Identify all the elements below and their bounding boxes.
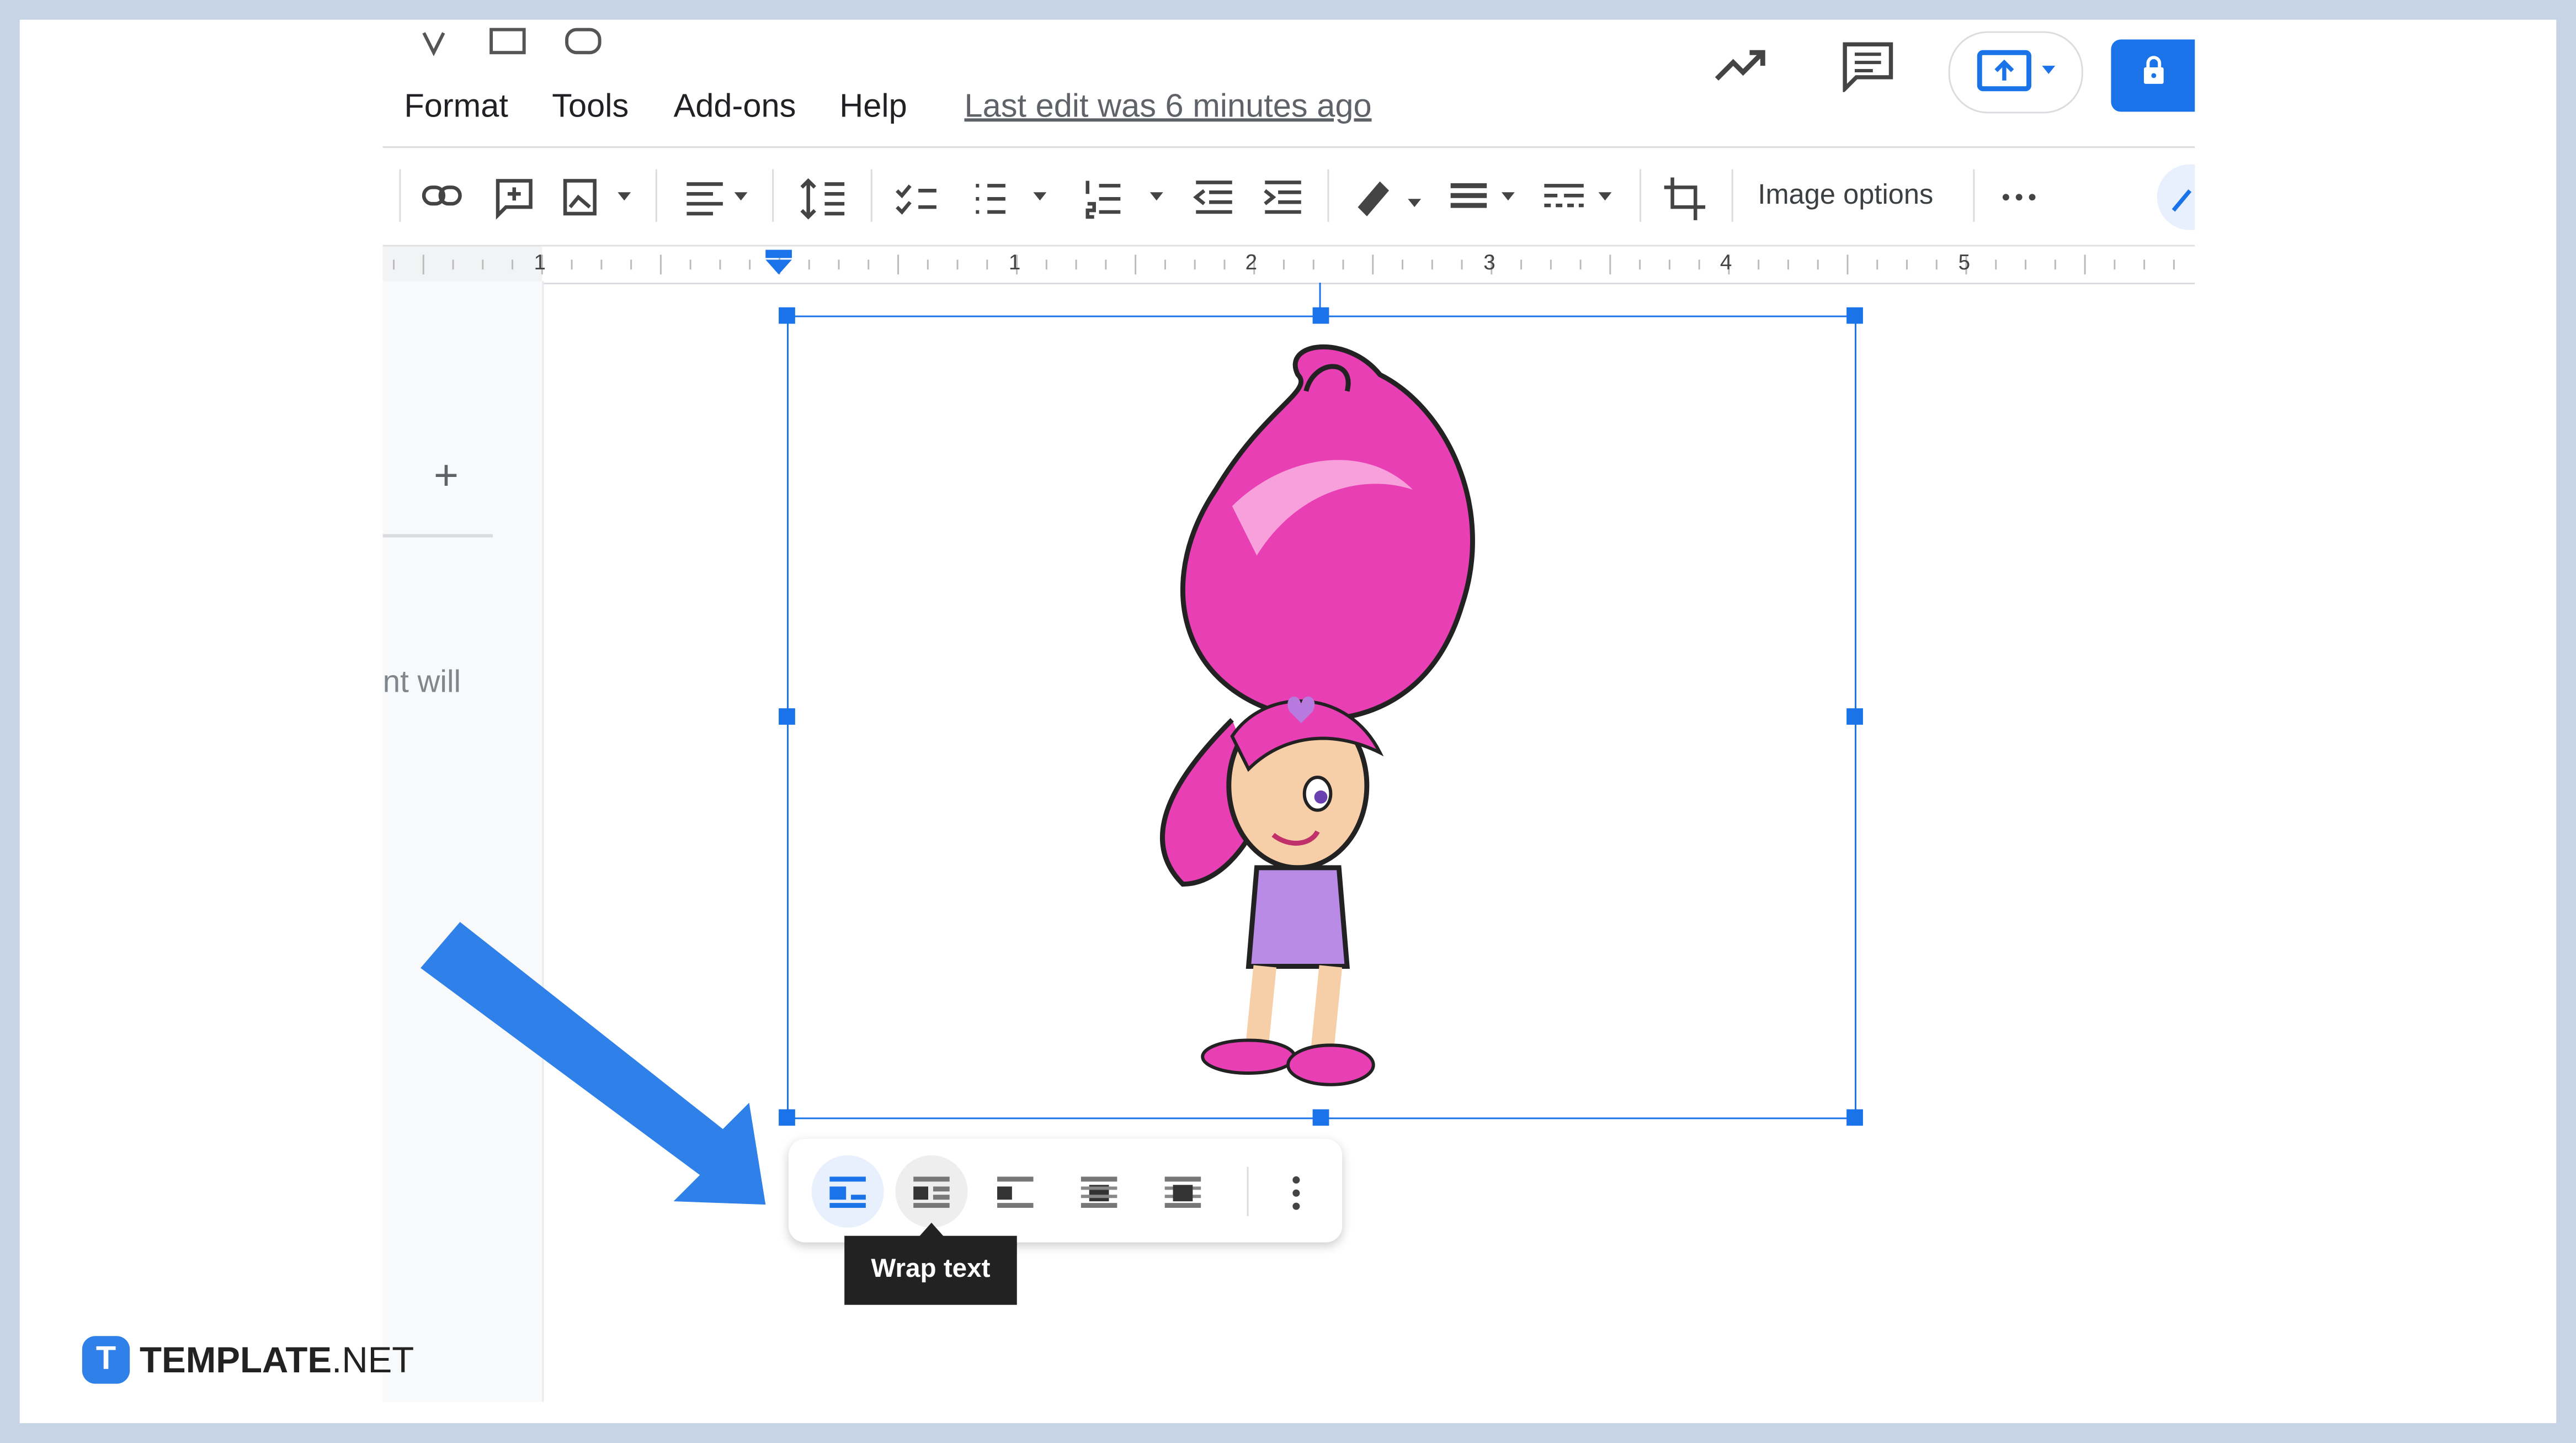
ruler-label: 4 <box>1720 250 1732 275</box>
resize-handle[interactable] <box>1312 1109 1329 1126</box>
behind-text-button[interactable] <box>1063 1155 1135 1228</box>
last-edit-link[interactable]: Last edit was 6 minutes ago <box>964 89 1371 126</box>
pencil-icon <box>2171 189 2192 212</box>
share-button[interactable] <box>2111 39 2195 112</box>
wrap-inline-button[interactable] <box>811 1155 884 1228</box>
ruler-label: 1 <box>1008 250 1021 275</box>
indent-marker-icon[interactable] <box>764 250 794 277</box>
menu-format[interactable]: Format <box>404 89 508 126</box>
border-weight-icon <box>1450 183 1515 208</box>
image-options-button[interactable]: Image options <box>1758 179 1933 212</box>
add-heading-button[interactable]: + <box>434 450 459 501</box>
add-comment-icon <box>496 179 533 220</box>
menu-tools[interactable]: Tools <box>552 89 629 126</box>
resize-handle[interactable] <box>1846 708 1863 725</box>
ruler-label: 5 <box>1958 250 1971 275</box>
resize-handle[interactable] <box>779 708 795 725</box>
resize-handle[interactable] <box>1846 1109 1863 1126</box>
cloud-status-icon <box>565 28 602 55</box>
ruler-label: 2 <box>1245 250 1258 275</box>
resize-handle[interactable] <box>1846 307 1863 324</box>
comment-history-icon[interactable] <box>1840 39 1896 92</box>
selected-image[interactable] <box>786 315 1857 1120</box>
logo-brand: TEMPLATE <box>140 1338 332 1380</box>
resize-handle[interactable] <box>779 307 795 324</box>
move-icon <box>489 28 526 55</box>
in-front-of-text-icon <box>1164 1176 1201 1208</box>
checklist-icon <box>896 184 936 215</box>
outline-divider <box>382 534 493 538</box>
break-text-icon <box>997 1176 1034 1208</box>
insert-image-icon <box>563 179 631 216</box>
tooltip-pointer <box>918 1222 945 1238</box>
numbered-list-icon <box>1085 181 1163 219</box>
divider <box>382 146 2195 148</box>
present-button[interactable] <box>1948 31 2083 114</box>
break-text-button[interactable] <box>979 1155 1051 1228</box>
ruler-label: 3 <box>1483 250 1495 275</box>
star-icon <box>422 32 445 56</box>
ruler-ticks <box>393 254 2175 275</box>
more-icon <box>2002 194 2036 201</box>
pen-color-icon <box>1358 181 1422 216</box>
resize-handle[interactable] <box>1312 307 1329 324</box>
ruler[interactable] <box>382 245 2195 285</box>
line-spacing-icon <box>800 178 845 220</box>
template-net-logo: T TEMPLATE .NET <box>82 1336 414 1384</box>
link-icon <box>422 185 462 206</box>
pointer-arrow-annotation <box>421 922 766 1205</box>
align-icon <box>686 182 748 216</box>
outline-text: nt will <box>382 665 461 701</box>
wrap-text-tooltip: Wrap text <box>844 1235 1017 1305</box>
menu-addons[interactable]: Add-ons <box>674 89 796 126</box>
increase-indent-icon <box>1264 181 1301 214</box>
ruler-label: 1 <box>534 250 546 275</box>
cartoon-girl-image <box>1160 344 1475 1086</box>
activity-trend-icon[interactable] <box>1713 46 1769 85</box>
in-front-of-text-button[interactable] <box>1147 1155 1219 1228</box>
top-icons <box>422 28 602 56</box>
decrease-indent-icon <box>1193 181 1232 214</box>
logo-suffix: .NET <box>332 1338 414 1380</box>
wrap-text-icon <box>913 1176 950 1208</box>
menu-help[interactable]: Help <box>839 89 907 126</box>
toolbar-separator <box>1247 1166 1249 1216</box>
logo-mark: T <box>82 1336 130 1384</box>
rotate-handle-line <box>1319 283 1321 309</box>
wrap-text-button[interactable] <box>895 1155 968 1228</box>
document-outline-panel <box>382 281 544 1402</box>
more-options-icon[interactable] <box>1288 1174 1305 1213</box>
screenshot: Format Tools Add-ons Help Last edit was … <box>0 0 2576 1443</box>
lock-icon <box>2143 56 2164 84</box>
behind-text-icon <box>1081 1176 1117 1208</box>
present-upload-icon <box>1977 50 2056 92</box>
inline-icon <box>829 1176 866 1208</box>
bulleted-list-icon <box>976 184 1047 214</box>
crop-icon <box>1664 177 1706 220</box>
border-dash-icon <box>1544 184 1612 208</box>
